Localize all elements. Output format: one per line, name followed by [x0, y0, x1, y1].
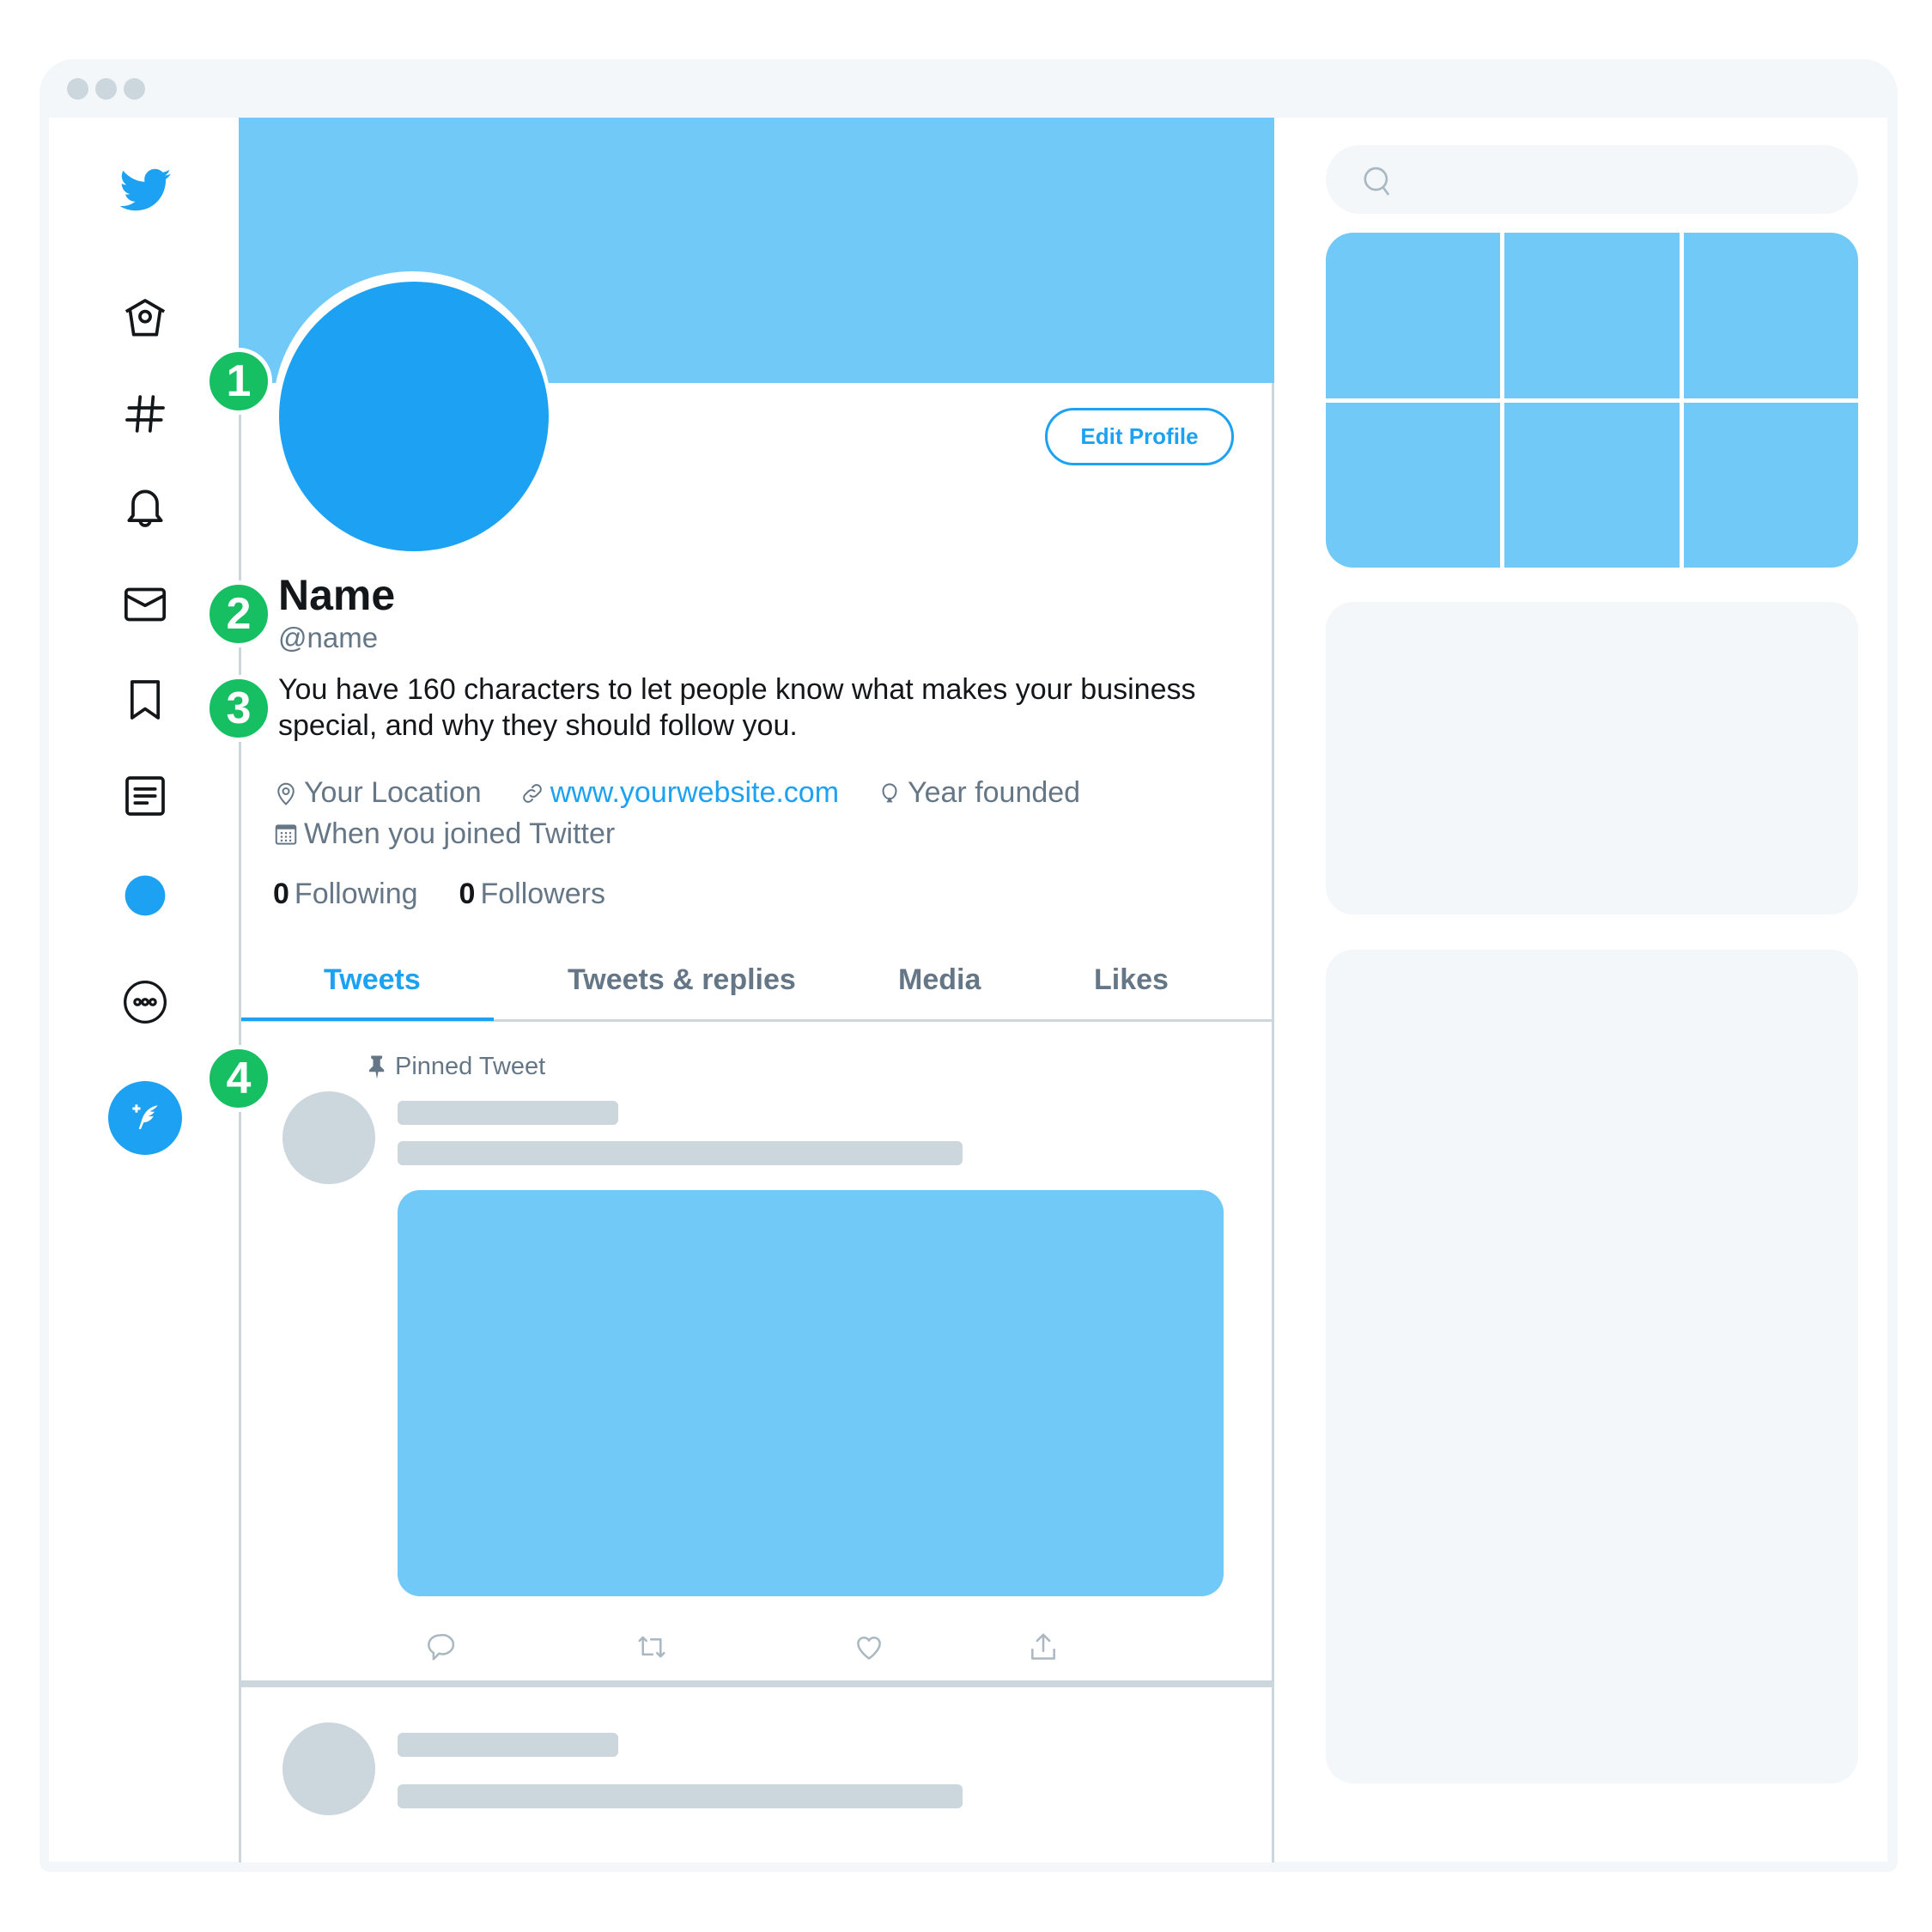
followers-label: Followers — [480, 878, 605, 910]
follow-stats: 0 Following 0 Followers — [273, 878, 647, 911]
like-button[interactable] — [851, 1629, 887, 1665]
share-icon — [1031, 1633, 1055, 1660]
tab-tweets[interactable]: Tweets — [324, 963, 421, 997]
profile-handle: @name — [278, 622, 379, 653]
window-minimize-button[interactable] — [95, 78, 117, 100]
tweet-author-placeholder — [398, 1101, 618, 1125]
joined-item: When you joined Twitter — [273, 817, 615, 851]
sidebar-card-placeholder — [1326, 950, 1858, 1783]
heart-icon — [857, 1637, 881, 1660]
profile-meta-row: Your Location www.yourwebsite.com Year f… — [273, 776, 1118, 810]
following-link[interactable]: 0 Following — [273, 878, 418, 911]
home-icon[interactable] — [119, 293, 171, 344]
tweet-author-avatar[interactable] — [283, 1722, 375, 1815]
media-thumbnail[interactable] — [1683, 233, 1858, 398]
location-pin-icon — [277, 782, 295, 805]
media-thumbnail[interactable] — [1504, 402, 1680, 568]
media-thumbnail[interactable] — [1504, 233, 1680, 398]
media-grid — [1326, 233, 1858, 568]
profile-name: Name — [278, 571, 396, 619]
bell-icon[interactable] — [119, 482, 171, 533]
profile-tabs: Tweets Tweets & replies Media Likes — [241, 945, 1272, 1022]
window-close-button[interactable] — [67, 78, 88, 100]
twitter-logo-icon[interactable] — [117, 163, 175, 216]
media-thumbnail[interactable] — [1326, 402, 1501, 568]
followers-count: 0 — [459, 878, 476, 910]
mail-icon[interactable] — [119, 579, 171, 630]
tweet-text-placeholder — [398, 1784, 963, 1808]
tweet-author-placeholder — [398, 1733, 618, 1757]
tweet-text-placeholder — [398, 1141, 963, 1165]
retweet-icon — [638, 1636, 665, 1658]
reply-button[interactable] — [422, 1629, 458, 1665]
location-item: Your Location — [273, 776, 482, 810]
tweet-media[interactable] — [398, 1190, 1224, 1596]
profile-bio: You have 160 characters to let people kn… — [278, 673, 1196, 742]
more-icon[interactable] — [119, 976, 171, 1028]
window-controls — [67, 78, 145, 100]
media-thumbnail[interactable] — [1326, 233, 1501, 398]
tab-tweets-replies[interactable]: Tweets & replies — [568, 963, 796, 997]
edit-profile-button[interactable]: Edit Profile — [1045, 408, 1234, 465]
website-link[interactable]: www.yourwebsite.com — [550, 776, 839, 810]
balloon-icon — [882, 782, 897, 802]
hashtag-icon[interactable] — [119, 388, 171, 440]
following-count: 0 — [273, 878, 289, 910]
pinned-tweet-text: Pinned Tweet — [395, 1053, 546, 1080]
search-icon — [1364, 167, 1389, 196]
profile-joined-row: When you joined Twitter — [273, 817, 653, 851]
step-badge-1: 1 — [205, 348, 272, 415]
step-badge-4: 4 — [205, 1045, 272, 1112]
location-text: Your Location — [304, 776, 482, 809]
profile-photo[interactable] — [279, 282, 549, 551]
retweet-button[interactable] — [634, 1629, 670, 1665]
window-maximize-button[interactable] — [124, 78, 145, 100]
bookmark-icon[interactable] — [119, 674, 171, 726]
active-tab-indicator — [241, 1018, 494, 1021]
step-badge-2: 2 — [205, 580, 272, 647]
founded-text: Year founded — [908, 776, 1081, 809]
tweet-divider — [241, 1680, 1272, 1687]
step-badge-3: 3 — [205, 675, 272, 742]
calendar-icon — [275, 823, 297, 845]
compose-tweet-button[interactable] — [108, 1081, 182, 1155]
joined-text: When you joined Twitter — [304, 817, 616, 850]
media-thumbnail[interactable] — [1683, 402, 1858, 568]
pin-icon — [369, 1055, 385, 1078]
tweet-author-avatar[interactable] — [283, 1091, 375, 1184]
tab-media[interactable]: Media — [898, 963, 981, 997]
list-icon[interactable] — [119, 770, 171, 822]
profile-avatar-icon[interactable] — [119, 870, 171, 921]
compose-tweet-icon — [132, 1104, 158, 1129]
tab-likes[interactable]: Likes — [1094, 963, 1169, 997]
reply-icon — [428, 1633, 455, 1661]
sidebar-card-placeholder — [1326, 602, 1858, 914]
link-icon — [522, 783, 542, 803]
founded-item: Year founded — [877, 776, 1080, 810]
followers-link[interactable]: 0 Followers — [459, 878, 605, 911]
website-item[interactable]: www.yourwebsite.com — [519, 776, 839, 810]
pinned-tweet-label: Pinned Tweet — [366, 1053, 545, 1081]
following-label: Following — [294, 878, 418, 910]
search-input[interactable] — [1326, 145, 1858, 214]
share-button[interactable] — [1025, 1629, 1061, 1665]
